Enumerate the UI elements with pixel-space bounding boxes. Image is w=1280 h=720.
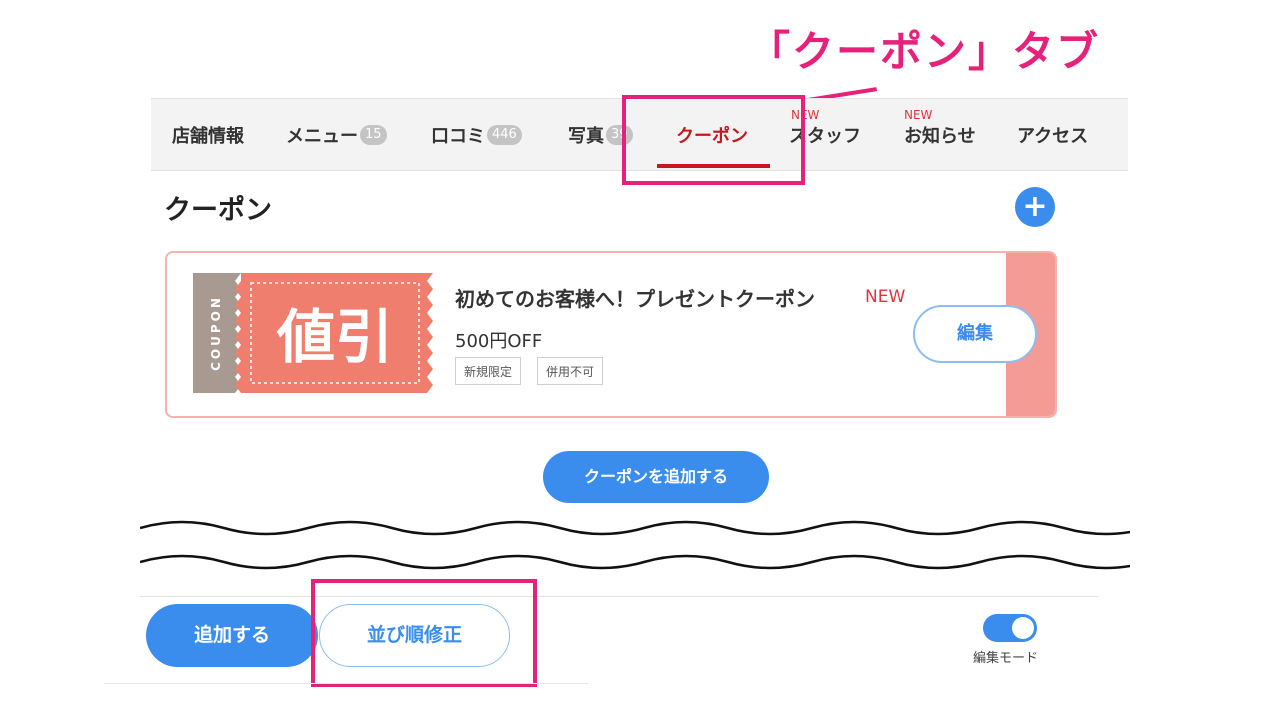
toggle-knob (1012, 617, 1034, 639)
coupon-new-badge: NEW (865, 287, 906, 307)
tab-label: 店舗情報 (172, 125, 244, 147)
tab-label: メニュー (286, 125, 358, 147)
coupon-title: 初めてのお客様へ！プレゼントクーポン (455, 287, 815, 311)
tab-menu[interactable]: メニュー 15 (286, 99, 387, 170)
annotation-highlight-reorder (311, 579, 537, 687)
footer-bottom-line (104, 683, 588, 684)
tab-label: お知らせ (904, 125, 976, 147)
coupon-tag: 併用不可 (537, 357, 604, 385)
annotation-coupon-tab-label: 「クーポン」タブ (748, 27, 1101, 76)
reviews-count-badge: 446 (487, 124, 522, 145)
footer-divider (140, 596, 1098, 597)
tab-label: 写真 (568, 125, 604, 147)
edit-coupon-button[interactable]: 編集 (913, 305, 1037, 363)
tab-label: 口コミ (431, 125, 485, 147)
tab-store-info[interactable]: 店舗情報 (172, 99, 244, 170)
edit-mode-toggle[interactable] (983, 614, 1037, 642)
menu-count-badge: 15 (360, 124, 387, 145)
coupon-graphic-text: 値引 (276, 303, 393, 371)
coupon-tag: 新規限定 (455, 357, 522, 385)
coupon-stub-text: COUPON (209, 295, 223, 371)
add-coupon-plus-button[interactable]: + (1015, 187, 1055, 227)
tab-access[interactable]: アクセス (1017, 99, 1088, 170)
annotation-highlight-coupon-tab (622, 95, 805, 185)
plus-icon: + (1022, 189, 1048, 224)
coupon-ticket-icon: COUPON 値引 (193, 273, 433, 393)
edit-mode-label: 編集モード (973, 651, 1039, 666)
tab-news[interactable]: お知らせ (904, 99, 976, 170)
tab-reviews[interactable]: 口コミ 446 (431, 99, 522, 170)
add-coupon-button[interactable]: クーポンを追加する (543, 451, 769, 503)
coupon-value: 500円OFF (455, 331, 543, 352)
section-title: クーポン (164, 195, 272, 226)
coupon-card: COUPON 値引 初めてのお客様へ！プレゼントクーポン NEW 500円OFF… (165, 251, 1057, 418)
tab-label: アクセス (1017, 125, 1089, 147)
wavy-break-lines (140, 520, 1130, 570)
add-button[interactable]: 追加する (146, 604, 318, 667)
